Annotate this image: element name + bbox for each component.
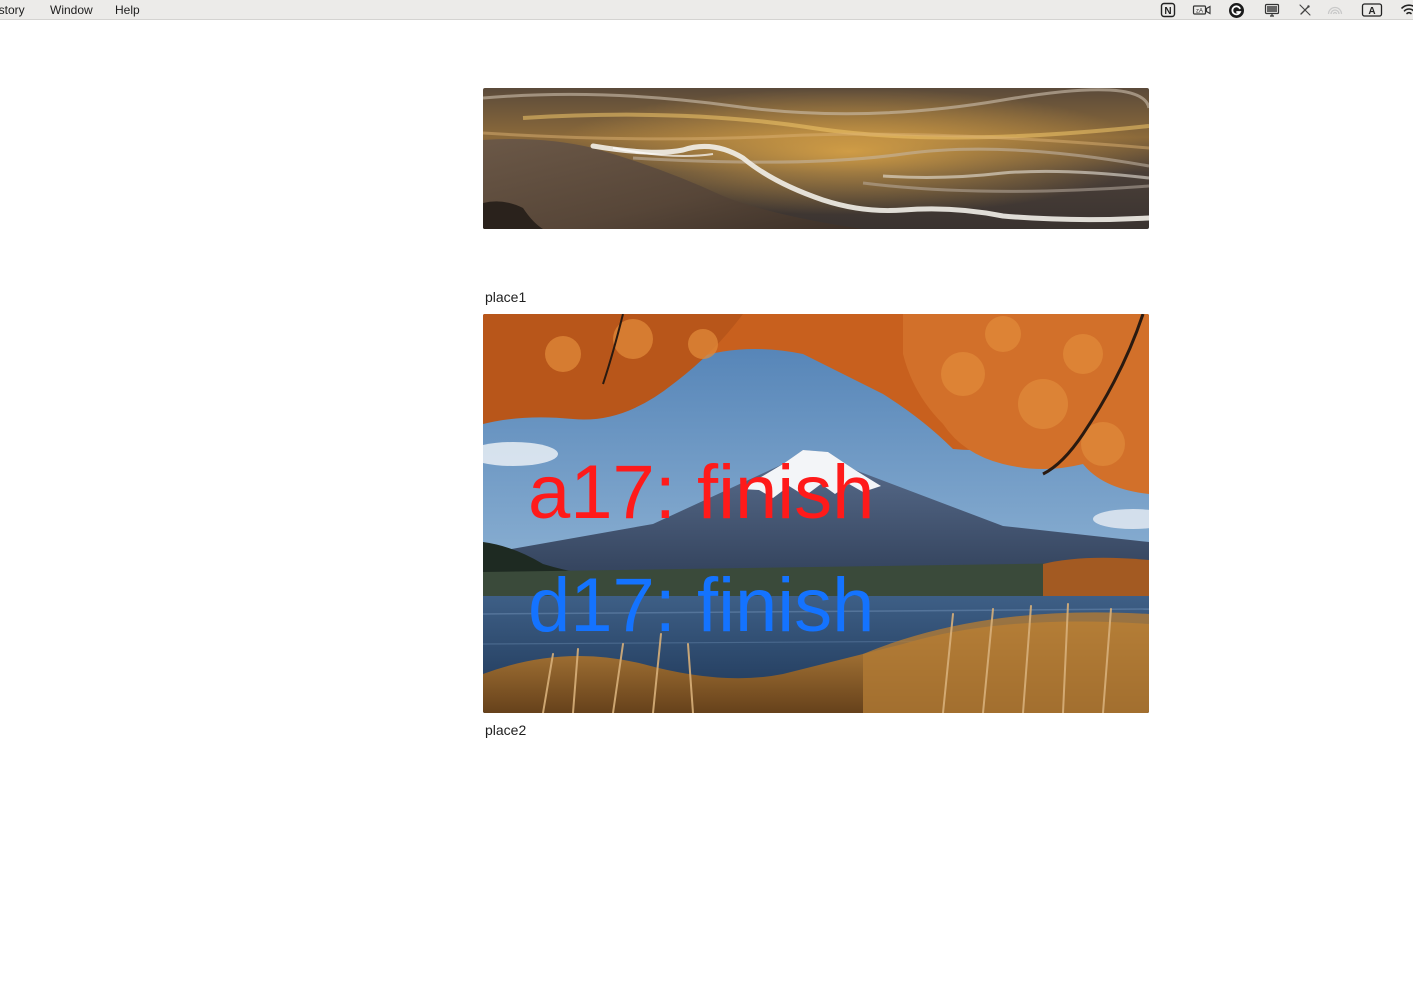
menu-window[interactable]: Window bbox=[50, 2, 93, 18]
svg-text:zA: zA bbox=[1196, 9, 1203, 15]
notion-icon[interactable]: N bbox=[1160, 2, 1176, 18]
wifi-icon[interactable] bbox=[1401, 2, 1413, 18]
overlay-text-a17: a17: finish bbox=[528, 450, 875, 535]
image-caption-place1: place1 bbox=[485, 289, 527, 305]
menu-help[interactable]: Help bbox=[115, 2, 140, 18]
screen-record-icon[interactable]: zA bbox=[1192, 2, 1212, 18]
keyboard-input-icon[interactable]: A bbox=[1361, 2, 1383, 18]
display-icon[interactable] bbox=[1264, 2, 1280, 18]
svg-text:A: A bbox=[1368, 6, 1375, 17]
grammarly-icon[interactable] bbox=[1228, 2, 1245, 18]
menu-history[interactable]: istory bbox=[0, 2, 25, 18]
image-caption-place2: place2 bbox=[485, 722, 527, 738]
svg-text:N: N bbox=[1164, 6, 1171, 17]
overlay-text-d17: d17: finish bbox=[528, 563, 875, 648]
airdrop-icon[interactable] bbox=[1326, 2, 1344, 18]
menu-bar: istory Window Help N zA bbox=[0, 0, 1413, 20]
beach-waves-image bbox=[483, 88, 1149, 229]
pen-off-icon[interactable] bbox=[1297, 2, 1313, 18]
